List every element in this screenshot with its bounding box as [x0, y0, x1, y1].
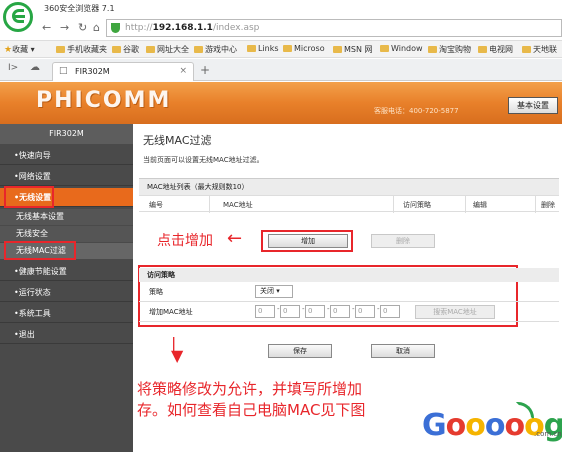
folder-icon: [333, 46, 342, 53]
sidebar-item-wireless-security[interactable]: 无线安全: [0, 226, 133, 242]
folder-icon: [478, 46, 487, 53]
mac-list-columns: 编号 MAC地址 访问策略 编辑 删除: [139, 195, 559, 213]
sidebar-item-quick-setup[interactable]: •快速向导: [0, 146, 133, 165]
add-mac-label: 增加MAC地址: [149, 308, 193, 316]
highlight-wireless: [4, 186, 54, 208]
bookmark-favorites[interactable]: ★收藏 ▾: [4, 44, 35, 55]
bookmark-mobile[interactable]: 手机收藏夹: [56, 44, 107, 55]
watermark: Gooooog .com.cn: [384, 360, 562, 452]
folder-icon: [247, 45, 256, 52]
page-icon: □: [59, 66, 68, 76]
chevron-down-icon: ▾: [276, 287, 280, 295]
folder-icon: [146, 46, 155, 53]
bookmark-links[interactable]: Links: [247, 44, 279, 53]
bookmark-microsoft[interactable]: Microso: [283, 44, 325, 53]
brand-logo: PHICOMM: [36, 88, 172, 113]
sidebar-item-network[interactable]: •网络设置: [0, 167, 133, 186]
sidebar-item-wireless-basic[interactable]: 无线基本设置: [0, 209, 133, 225]
sidebar-item-status[interactable]: •运行状态: [0, 283, 133, 302]
add-button[interactable]: 增加: [268, 234, 348, 248]
home-icon[interactable]: ⌂: [93, 21, 100, 34]
forward-icon[interactable]: →: [60, 21, 69, 34]
column-delete: 删除: [541, 201, 555, 209]
tab-bar: I> ☁ □ FIR302M × +: [0, 59, 562, 81]
column-mac: MAC地址: [223, 201, 253, 209]
bookmark-sites[interactable]: 网址大全: [146, 44, 189, 55]
browser-title: 360安全浏览器 7.1: [44, 4, 115, 13]
folder-icon: [380, 45, 389, 52]
policy-row: 策略 关闭 ▾: [139, 282, 559, 302]
url-input[interactable]: http://192.168.1.1/index.asp: [106, 19, 562, 37]
address-bar: ← → ↻ ⌂ http://192.168.1.1/index.asp: [38, 18, 562, 38]
folder-icon: [56, 46, 65, 53]
url-prefix: http://: [125, 23, 153, 33]
tab-fir302m[interactable]: □ FIR302M ×: [52, 62, 194, 81]
annotation-click-add: 点击增加: [157, 233, 213, 249]
policy-header: 访问策略: [139, 268, 559, 282]
folder-icon: [194, 46, 203, 53]
sidebar-item-health[interactable]: •健康节能设置: [0, 262, 133, 281]
bookmark-taobao[interactable]: 淘宝购物: [428, 44, 471, 55]
shield-icon: [111, 23, 120, 33]
cancel-button[interactable]: 取消: [371, 344, 435, 358]
arrow-right-icon: ←: [227, 228, 243, 249]
folder-icon: [283, 45, 292, 52]
page-description: 当前页面可以设置无线MAC地址过滤。: [143, 156, 264, 164]
mac-field-6[interactable]: 0: [380, 305, 400, 318]
bookmarks-bar: ★收藏 ▾ 手机收藏夹 谷歌 网址大全 游戏中心 Links Microso M…: [0, 40, 562, 58]
mac-field-5[interactable]: 0: [355, 305, 375, 318]
router-header: PHICOMM 客服电话：400-720-5877 基本设置: [0, 82, 562, 124]
mac-field-4[interactable]: 0: [330, 305, 350, 318]
highlight-mac-filter: [4, 241, 76, 260]
folder-icon: [428, 46, 437, 53]
delete-all-button[interactable]: 删除: [371, 234, 435, 248]
sidebar-toggle-icon[interactable]: I>: [8, 63, 18, 73]
url-path: /index.asp: [212, 23, 260, 33]
cloud-icon[interactable]: ☁: [30, 62, 40, 73]
arrow-down-icon: | ▼: [171, 334, 184, 365]
new-tab-button[interactable]: +: [200, 63, 210, 77]
refresh-icon[interactable]: ↻: [78, 21, 87, 34]
save-button[interactable]: 保存: [268, 344, 332, 358]
url-host: 192.168.1.1: [152, 23, 213, 33]
star-icon: ★: [4, 45, 13, 55]
mac-list-header: MAC地址列表（最大规则数10）: [139, 178, 559, 195]
sidebar-item-logout[interactable]: •退出: [0, 325, 133, 344]
policy-select[interactable]: 关闭 ▾: [255, 285, 293, 298]
folder-icon: [112, 46, 121, 53]
model-name: FIR302M: [0, 124, 133, 144]
page-title: 无线MAC过滤: [143, 134, 212, 147]
hotline-text: 客服电话：400-720-5877: [374, 107, 459, 115]
bookmark-tv[interactable]: 电视网: [478, 44, 513, 55]
add-mac-row: 增加MAC地址 0 - 0 - 0 - 0 - 0 - 0 搜索MAC地址: [139, 302, 559, 322]
bookmark-google[interactable]: 谷歌: [112, 44, 139, 55]
mac-field-1[interactable]: 0: [255, 305, 275, 318]
mac-field-3[interactable]: 0: [305, 305, 325, 318]
mac-field-2[interactable]: 0: [280, 305, 300, 318]
bookmark-windows[interactable]: Window: [380, 44, 423, 53]
bookmark-msn[interactable]: MSN 网: [333, 44, 373, 55]
close-tab-icon[interactable]: ×: [179, 66, 187, 76]
browser-title-bar: 360安全浏览器 7.1: [0, 0, 562, 32]
column-policy: 访问策略: [403, 201, 431, 209]
basic-settings-button[interactable]: 基本设置: [508, 97, 558, 114]
router-sidebar: FIR302M •快速向导 •网络设置 •无线设置 无线基本设置 无线安全 无线…: [0, 124, 133, 452]
browser-logo-icon: [3, 2, 33, 32]
watermark-domain: .com.cn: [534, 430, 562, 438]
column-edit: 编辑: [473, 201, 487, 209]
sidebar-item-system[interactable]: •系统工具: [0, 304, 133, 323]
bookmark-tiandi[interactable]: 天地联: [522, 44, 557, 55]
search-mac-button[interactable]: 搜索MAC地址: [415, 305, 495, 319]
policy-label: 策略: [149, 288, 163, 296]
bookmark-games[interactable]: 游戏中心: [194, 44, 237, 55]
back-icon[interactable]: ←: [42, 21, 51, 34]
folder-icon: [522, 46, 531, 53]
column-number: 编号: [149, 201, 163, 209]
